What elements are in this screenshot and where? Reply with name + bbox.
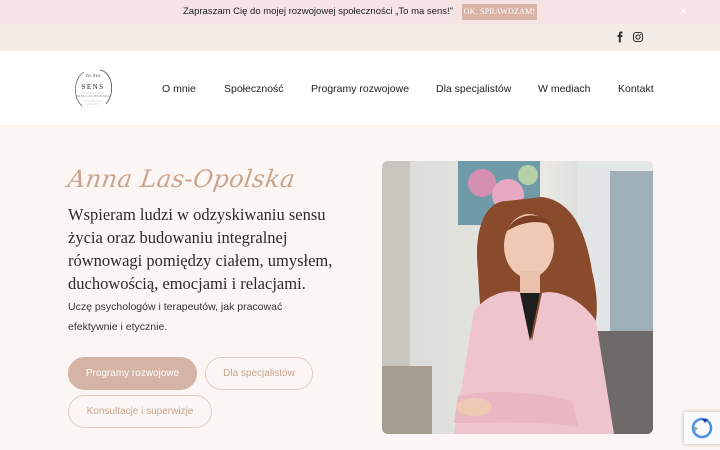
notice-bar: Zapraszam Cię do mojej rozwojowej społec… <box>0 0 720 24</box>
nav-spolecznosc[interactable]: Społeczność <box>224 83 284 95</box>
recaptcha-icon[interactable] <box>684 412 720 444</box>
social-strip <box>0 24 720 51</box>
facebook-icon[interactable] <box>614 31 626 43</box>
main-nav: O mnie Społeczność Programy rozwojowe Dl… <box>0 51 720 125</box>
site-header: to ma SENS ANNA LAS-OPOLSKA O mnie Społe… <box>0 51 720 125</box>
notice-accept-button[interactable]: OK, SPRAWDZAM! <box>462 4 537 20</box>
nav-w-mediach[interactable]: W mediach <box>538 83 591 95</box>
consultations-button[interactable]: Konsultacje i superwizje <box>68 395 212 428</box>
portrait-photo <box>382 161 653 434</box>
notice-text: Zapraszam Cię do mojej rozwojowej społec… <box>183 6 454 17</box>
close-icon[interactable]: × <box>680 4 687 18</box>
nav-kontakt[interactable]: Kontakt <box>618 83 654 95</box>
nav-dla-specjalistow[interactable]: Dla specjalistów <box>436 83 511 95</box>
hero-section: Anna Las-Opolska Wspieram ludzi w odzysk… <box>0 125 720 450</box>
nav-o-mnie[interactable]: O mnie <box>162 83 196 95</box>
hero-script-name: Anna Las-Opolska <box>66 165 298 193</box>
instagram-icon[interactable] <box>632 31 644 43</box>
programs-button[interactable]: Programy rozwojowe <box>68 357 197 390</box>
hero-subtext: Uczę psychologów i terapeutów, jak praco… <box>68 301 283 333</box>
nav-programy-rozwojowe[interactable]: Programy rozwojowe <box>311 83 409 95</box>
hero-headline: Wspieram ludzi w odzyskiwaniu sensu życi… <box>68 205 333 293</box>
specialists-button[interactable]: Dla specjalistów <box>205 357 313 390</box>
